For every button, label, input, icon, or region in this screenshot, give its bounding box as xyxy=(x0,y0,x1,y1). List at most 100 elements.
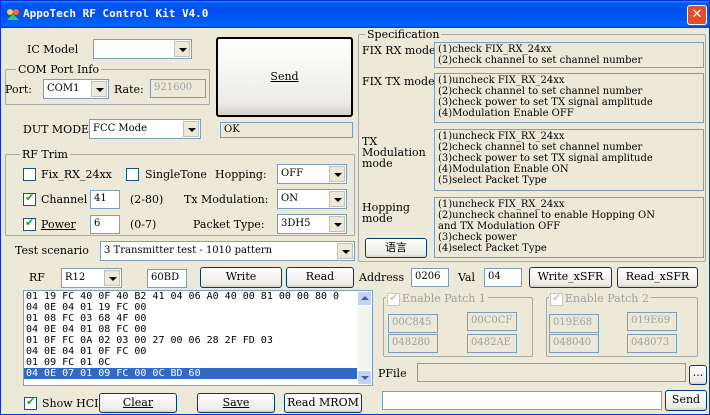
send-button[interactable]: Send xyxy=(216,37,353,117)
channel-field[interactable]: 41 xyxy=(90,190,120,209)
specification-group-title: Specification xyxy=(365,28,442,41)
chevron-down-icon[interactable] xyxy=(329,166,345,182)
address-field[interactable]: 0206 xyxy=(411,268,449,287)
tx-modulation-select[interactable]: ON xyxy=(277,189,347,209)
single-tone-label: SingleTone xyxy=(145,168,207,181)
clear-button[interactable]: Clear xyxy=(99,393,177,413)
power-checkbox[interactable] xyxy=(23,216,36,231)
rf-write-button[interactable]: Write xyxy=(200,267,282,288)
chevron-down-icon[interactable] xyxy=(183,121,199,137)
patch1-checkbox[interactable] xyxy=(387,291,400,306)
hci-log-line[interactable]: 04 0E 04 01 0F FC 00 xyxy=(24,346,372,357)
spec-label-fix-tx: FIX TX mode xyxy=(362,75,435,88)
spec-box-fix-tx: (1)uncheck FIX_RX_24xx (2)check channel … xyxy=(434,73,704,123)
patch1-title: Enable Patch 1 xyxy=(386,291,488,306)
close-button[interactable]: ✕ xyxy=(687,5,707,25)
test-scenario-select[interactable]: 3 Transmitter test - 1010 pattern xyxy=(100,241,355,261)
main-window: AppoTech RF Control Kit V4.0 ✕ IC Model … xyxy=(0,0,710,415)
patch2-title: Enable Patch 2 xyxy=(549,291,651,306)
scroll-up-icon[interactable] xyxy=(357,291,372,306)
hci-log-line[interactable]: 01 08 FC 03 68 4F 00 xyxy=(24,313,372,324)
tx-modulation-label: Tx Modulation: xyxy=(184,193,269,206)
chevron-down-icon[interactable] xyxy=(104,270,120,286)
hci-log-line[interactable]: 01 09 FC 01 0C xyxy=(24,357,372,368)
chevron-down-icon[interactable] xyxy=(91,81,107,97)
spec-box-hopping: (1)uncheck FIX_RX_24xx (2)uncheck channe… xyxy=(434,197,704,258)
hci-log-scrollbar[interactable] xyxy=(357,291,372,385)
patch2-checkbox[interactable] xyxy=(550,291,563,306)
spec-label-hopping: Hopping mode xyxy=(362,201,410,225)
dut-status-field: OK xyxy=(220,122,353,138)
spec-label-fix-rx: FIX RX mode xyxy=(362,44,436,57)
show-hci-label: Show HCI xyxy=(42,397,99,410)
rf-data-field[interactable]: 60BD xyxy=(147,269,187,288)
hci-log-line[interactable]: 04 0E 07 01 09 FC 00 0C BD 60 xyxy=(24,368,372,379)
dut-mode-label: DUT MODE xyxy=(23,123,90,136)
rate-label: Rate: xyxy=(114,83,144,96)
spec-box-fix-rx: (1)check FIX_RX_24xx (2)check channel to… xyxy=(434,42,704,68)
val-field[interactable]: 04 xyxy=(484,268,522,287)
spec-box-tx-modulation: (1)uncheck FIX_RX_24xx (2)check channel … xyxy=(434,129,704,191)
rf-read-button[interactable]: Read xyxy=(286,267,354,288)
power-field[interactable]: 6 xyxy=(90,215,120,234)
power-label: Power xyxy=(41,218,76,231)
read-xsfr-button[interactable]: Read_xSFR xyxy=(617,267,698,288)
hci-log-line[interactable]: 04 0E 04 01 19 FC 00 xyxy=(24,302,372,313)
packet-type-label: Packet Type: xyxy=(193,218,265,231)
read-mrom-button[interactable]: Read MROM xyxy=(284,393,362,413)
pfile-browse-button[interactable]: ... xyxy=(689,365,707,385)
hci-log-line[interactable]: 01 19 FC 40 0F 40 B2 41 04 06 A0 40 00 8… xyxy=(24,291,372,302)
rf-trim-group-title: RF Trim xyxy=(20,148,70,161)
channel-label: Channel xyxy=(41,193,88,206)
hci-log-line[interactable]: 04 0E 04 01 08 FC 00 xyxy=(24,324,372,335)
rate-field[interactable]: 921600 xyxy=(150,79,206,98)
patch1-field-3[interactable]: 048280 xyxy=(388,334,438,353)
rf-label: RF xyxy=(29,271,45,284)
patch2-field-1[interactable]: 019E68 xyxy=(549,314,599,333)
pfile-field[interactable] xyxy=(417,363,686,382)
patch2-field-2[interactable]: 019E69 xyxy=(627,312,677,331)
fix-rx-label: Fix_RX_24xx xyxy=(41,168,112,181)
spec-label-tx-modulation: TX Modulation mode xyxy=(362,135,426,170)
window-title: AppoTech RF Control Kit V4.0 xyxy=(23,7,209,20)
chevron-down-icon[interactable] xyxy=(174,41,190,57)
send-input[interactable] xyxy=(382,391,662,410)
hci-log[interactable]: 01 19 FC 40 0F 40 B2 41 04 06 A0 40 00 8… xyxy=(23,290,373,386)
chevron-down-icon[interactable] xyxy=(329,191,345,207)
bottom-send-button[interactable]: Send xyxy=(665,390,707,411)
scroll-down-icon[interactable] xyxy=(357,370,372,385)
single-tone-checkbox[interactable] xyxy=(126,168,139,181)
chevron-down-icon[interactable] xyxy=(329,216,345,232)
close-icon: ✕ xyxy=(691,7,703,22)
hopping-select[interactable]: OFF xyxy=(277,164,347,184)
port-label: Port: xyxy=(5,83,32,96)
title-bar[interactable]: AppoTech RF Control Kit V4.0 ✕ xyxy=(1,1,709,28)
save-button[interactable]: Save xyxy=(197,393,275,413)
patch2-field-3[interactable]: 048040 xyxy=(549,334,599,353)
patch1-field-1[interactable]: 00C845 xyxy=(388,314,438,333)
hci-log-line[interactable]: 01 0F FC 0A 02 03 00 27 00 06 28 2F FD 0… xyxy=(24,335,372,346)
hopping-label: Hopping: xyxy=(215,168,267,181)
write-xsfr-button[interactable]: Write_xSFR xyxy=(529,267,612,288)
channel-checkbox[interactable] xyxy=(23,191,36,206)
pfile-label: PFile xyxy=(378,367,407,380)
chevron-down-icon[interactable] xyxy=(337,243,353,259)
test-scenario-label: Test scenario xyxy=(15,244,89,257)
language-button[interactable]: 语言 xyxy=(365,238,427,258)
dut-mode-select[interactable]: FCC Mode xyxy=(89,119,201,139)
fix-rx-checkbox[interactable] xyxy=(23,168,36,181)
com-port-group-title: COM Port Info xyxy=(16,63,102,76)
rf-register-select[interactable]: R12 xyxy=(61,268,122,288)
address-label: Address xyxy=(359,271,405,284)
val-label: Val xyxy=(458,271,476,284)
patch1-field-4[interactable]: 0482AE xyxy=(467,334,517,353)
power-range: (0-7) xyxy=(130,218,157,231)
ic-model-select[interactable] xyxy=(93,39,192,59)
channel-range: (2-80) xyxy=(130,193,164,206)
packet-type-select[interactable]: 3DH5 xyxy=(277,214,347,234)
ic-model-label: IC Model xyxy=(27,43,79,56)
patch2-field-4[interactable]: 048073 xyxy=(627,334,677,353)
patch1-field-2[interactable]: 00C0CF xyxy=(467,312,517,331)
show-hci-checkbox[interactable] xyxy=(24,395,37,410)
port-select[interactable]: COM1 xyxy=(43,79,109,99)
